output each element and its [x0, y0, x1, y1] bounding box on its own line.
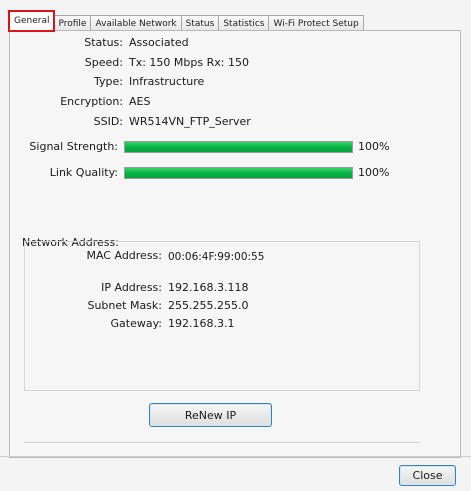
- tab-general[interactable]: General: [7, 10, 56, 32]
- link-quality-row: Link Quality: 100%: [10, 165, 462, 181]
- subnet-value: 255.255.255.0: [168, 299, 249, 312]
- type-label: Type:: [94, 75, 123, 88]
- speed-row: Speed: Tx: 150 Mbps Rx: 150: [10, 56, 462, 70]
- type-value: Infrastructure: [129, 75, 205, 88]
- mac-value: 00:06:4F:99:00:55: [168, 251, 265, 263]
- gateway-label: Gateway:: [110, 317, 163, 330]
- renew-ip-button[interactable]: ReNew IP: [149, 403, 272, 427]
- subnet-label: Subnet Mask:: [87, 299, 162, 312]
- ssid-label: SSID:: [93, 115, 123, 128]
- signal-strength-row: Signal Strength: 100%: [10, 139, 462, 155]
- link-quality-value: 100%: [358, 166, 390, 179]
- network-address-group: MAC Address: 00:06:4F:99:00:55 IP Addres…: [24, 241, 420, 391]
- gateway-value: 192.168.3.1: [168, 317, 235, 330]
- speed-label: Speed:: [84, 56, 123, 69]
- footer-divider: [0, 456, 471, 457]
- ip-label: IP Address:: [101, 281, 162, 294]
- status-value: Associated: [129, 36, 189, 49]
- tab-available-network[interactable]: Available Network: [90, 15, 182, 31]
- speed-value: Tx: 150 Mbps Rx: 150: [129, 56, 249, 69]
- signal-strength-label: Signal Strength:: [29, 140, 118, 153]
- tab-status[interactable]: Status: [180, 15, 220, 31]
- tab-profile[interactable]: Profile: [53, 15, 92, 31]
- subnet-row: Subnet Mask: 255.255.255.0: [25, 299, 421, 313]
- status-label: Status:: [84, 36, 123, 49]
- ssid-row: SSID: WR514VN_FTP_Server: [10, 115, 462, 129]
- signal-strength-bar: [124, 141, 353, 153]
- wireless-utility-window: General Profile Available Network Status…: [0, 0, 471, 491]
- link-quality-fill: [125, 168, 352, 178]
- tab-statistics[interactable]: Statistics: [218, 15, 270, 31]
- status-row: Status: Associated: [10, 36, 462, 50]
- ssid-value: WR514VN_FTP_Server: [129, 115, 251, 128]
- encryption-row: Encryption: AES: [10, 95, 462, 109]
- tab-wifi-protect-setup[interactable]: Wi-Fi Protect Setup: [268, 15, 364, 31]
- link-quality-bar: [124, 167, 353, 179]
- type-row: Type: Infrastructure: [10, 75, 462, 89]
- tab-bar: General Profile Available Network Status…: [7, 10, 364, 32]
- gateway-row: Gateway: 192.168.3.1: [25, 317, 421, 331]
- link-quality-label: Link Quality:: [49, 166, 118, 179]
- encryption-label: Encryption:: [60, 95, 123, 108]
- mac-row: MAC Address: 00:06:4F:99:00:55: [25, 249, 421, 263]
- ip-row: IP Address: 192.168.3.118: [25, 281, 421, 295]
- encryption-value: AES: [129, 95, 151, 108]
- close-button[interactable]: Close: [399, 465, 456, 486]
- signal-strength-fill: [125, 142, 352, 152]
- panel-divider: [24, 442, 420, 444]
- ip-value: 192.168.3.118: [168, 281, 249, 294]
- signal-strength-value: 100%: [358, 140, 390, 153]
- mac-label: MAC Address:: [86, 249, 162, 262]
- general-panel: Status: Associated Speed: Tx: 150 Mbps R…: [9, 30, 461, 458]
